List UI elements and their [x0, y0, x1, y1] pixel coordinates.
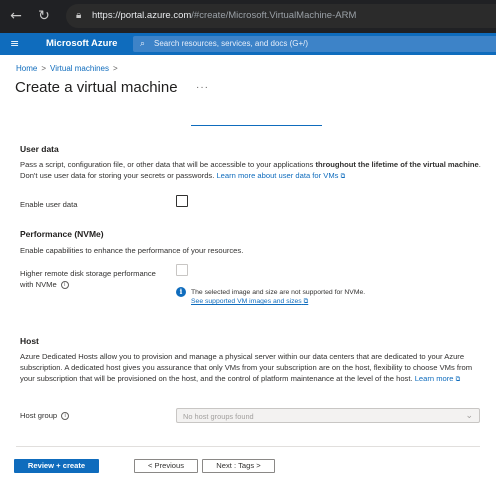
breadcrumb-separator: >	[41, 64, 47, 73]
nvme-note-text: The selected image and size are not supp…	[191, 289, 366, 296]
more-options-icon[interactable]: ···	[196, 82, 209, 93]
search-placeholder: Search resources, services, and docs (G+…	[154, 39, 309, 48]
breadcrumb-separator: >	[113, 64, 118, 73]
host-group-label: Host group i	[20, 410, 70, 421]
footer: Review + create < Previous Next : Tags >	[0, 447, 496, 481]
supported-sizes-link[interactable]: See supported VM images and sizes ⧉	[191, 297, 308, 306]
user-data-description: Pass a script, configuration file, or ot…	[20, 160, 481, 180]
user-data-learn-more-link[interactable]: Learn more about user data for VMs	[216, 171, 338, 180]
next-tags-button[interactable]: Next : Tags >	[202, 459, 275, 473]
host-heading: Host	[20, 336, 39, 346]
external-link-icon: ⧉	[340, 172, 346, 180]
external-link-icon: ⧉	[455, 375, 461, 383]
enable-user-data-label: Enable user data	[20, 200, 78, 209]
address-bar[interactable]: 🔒︎ https://portal.azure.com/#create/Micr…	[66, 4, 496, 28]
browser-chrome: ← ↻ 🔒︎ https://portal.azure.com/#create/…	[0, 0, 496, 33]
nvme-label: Higher remote disk storage performance w…	[20, 269, 156, 289]
user-data-heading: User data	[20, 144, 59, 154]
url-text[interactable]: https://portal.azure.com/#create/Microso…	[92, 10, 356, 21]
info-icon[interactable]: i	[60, 281, 69, 289]
external-link-icon: ⧉	[303, 297, 309, 305]
nvme-checkbox[interactable]	[176, 264, 188, 276]
review-create-button[interactable]: Review + create	[14, 459, 99, 473]
performance-description: Enable capabilities to enhance the perfo…	[20, 246, 244, 255]
breadcrumb-virtual-machines[interactable]: Virtual machines	[50, 64, 109, 73]
azure-topbar: ≡ Microsoft Azure ⌕ Search resources, se…	[0, 33, 496, 55]
host-description: Azure Dedicated Hosts allow you to provi…	[20, 352, 473, 383]
chevron-down-icon: ⌄	[465, 411, 473, 421]
brand-link[interactable]: Microsoft Azure	[46, 38, 117, 49]
hamburger-menu-icon[interactable]: ≡	[10, 37, 19, 51]
host-group-select[interactable]: No host groups found ⌄	[176, 408, 480, 423]
reload-icon[interactable]: ↻	[36, 8, 52, 24]
performance-heading: Performance (NVMe)	[20, 229, 104, 239]
page-title: Create a virtual machine	[15, 79, 178, 96]
tab-indicator	[191, 125, 322, 126]
info-icon[interactable]: i	[61, 412, 70, 420]
breadcrumb: Home > Virtual machines >	[16, 64, 122, 73]
search-icon: ⌕	[140, 39, 146, 49]
enable-user-data-checkbox[interactable]	[176, 195, 188, 207]
previous-button[interactable]: < Previous	[134, 459, 198, 473]
back-arrow-icon[interactable]: ←	[8, 8, 24, 24]
lock-icon[interactable]: 🔒︎	[76, 10, 86, 22]
info-filled-icon: i	[176, 287, 186, 297]
host-group-value: No host groups found	[183, 412, 254, 421]
host-learn-more-link[interactable]: Learn more	[415, 374, 454, 383]
breadcrumb-home[interactable]: Home	[16, 64, 37, 73]
global-search-input[interactable]: ⌕ Search resources, services, and docs (…	[133, 36, 496, 52]
